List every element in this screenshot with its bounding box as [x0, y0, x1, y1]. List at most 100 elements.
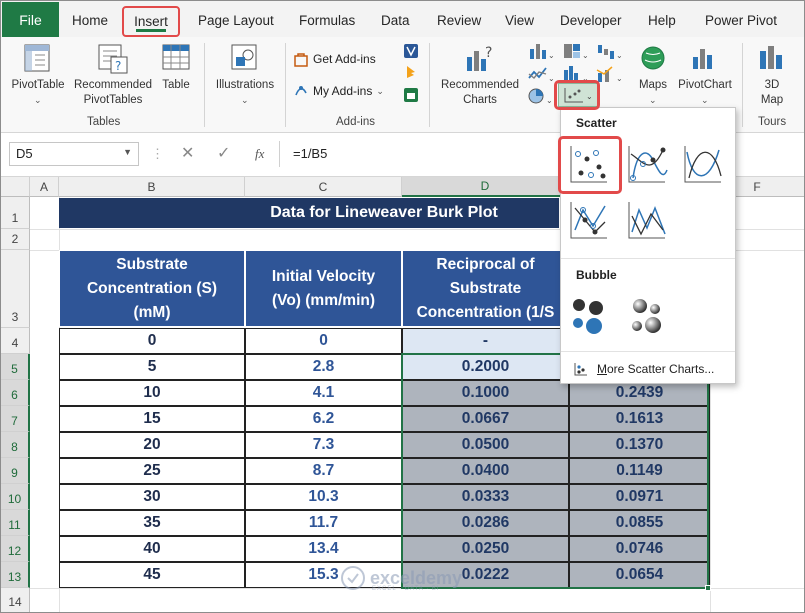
row-header-3[interactable]: 3: [1, 250, 30, 328]
pivotchart-button[interactable]: PivotChart ⌄: [675, 41, 735, 111]
tab-data[interactable]: Data: [381, 13, 410, 28]
pivottable-button[interactable]: PivotTable ⌄: [7, 41, 69, 111]
reciprocal-s-cell[interactable]: -: [402, 328, 569, 354]
row-header-7[interactable]: 7: [1, 406, 30, 432]
substrate-cell[interactable]: 35: [59, 510, 245, 536]
row-header-13[interactable]: 13: [1, 562, 30, 588]
scatter-straight-lines-markers-option[interactable]: [565, 196, 613, 244]
tab-developer[interactable]: Developer: [560, 13, 622, 28]
waterfall-chart-icon[interactable]: ⌄: [595, 41, 623, 61]
tab-home[interactable]: Home: [72, 13, 108, 28]
reciprocal-s-cell[interactable]: 0.0250: [402, 536, 569, 562]
velocity-cell[interactable]: 0: [245, 328, 402, 354]
bubble-3d-option[interactable]: [623, 292, 671, 340]
reciprocal-v-cell[interactable]: 0.0971: [569, 484, 710, 510]
reciprocal-v-cell[interactable]: 0.1370: [569, 432, 710, 458]
velocity-cell[interactable]: 11.7: [245, 510, 402, 536]
substrate-cell[interactable]: 10: [59, 380, 245, 406]
my-addins-button[interactable]: My Add-ins ⌄: [293, 81, 393, 101]
row-header-10[interactable]: 10: [1, 484, 30, 510]
substrate-cell[interactable]: 25: [59, 458, 245, 484]
tab-formulas[interactable]: Formulas: [299, 13, 355, 28]
scatter-straight-lines-option[interactable]: [623, 196, 671, 244]
velocity-cell[interactable]: 8.7: [245, 458, 402, 484]
sheet-title-cell[interactable]: Data for Lineweaver Burk Plot: [59, 198, 559, 228]
formula-input[interactable]: =1/B5: [293, 146, 327, 161]
tab-insert[interactable]: Insert: [122, 6, 180, 37]
substrate-cell[interactable]: 40: [59, 536, 245, 562]
reciprocal-s-cell[interactable]: 0.0400: [402, 458, 569, 484]
row-header-5[interactable]: 5: [1, 354, 30, 380]
reciprocal-v-cell[interactable]: 0.0746: [569, 536, 710, 562]
column-header-d[interactable]: D: [402, 177, 569, 197]
get-addins-button[interactable]: Get Add-ins: [293, 49, 393, 69]
substrate-cell[interactable]: 5: [59, 354, 245, 380]
row-header-9[interactable]: 9: [1, 458, 30, 484]
row-header-14[interactable]: 14: [1, 588, 30, 613]
people-graph-icon[interactable]: [403, 87, 419, 103]
velocity-cell[interactable]: 13.4: [245, 536, 402, 562]
tab-page-layout[interactable]: Page Layout: [198, 13, 274, 28]
reciprocal-s-cell[interactable]: 0.0500: [402, 432, 569, 458]
insert-function-icon[interactable]: fx: [255, 146, 264, 162]
hierarchy-chart-icon[interactable]: ⌄: [561, 41, 589, 61]
velocity-cell[interactable]: 10.3: [245, 484, 402, 510]
row-header-12[interactable]: 12: [1, 536, 30, 562]
select-all-corner[interactable]: [1, 177, 30, 197]
reciprocal-s-cell[interactable]: 0.1000: [402, 380, 569, 406]
column-header-c[interactable]: C: [245, 177, 402, 197]
scatter-smooth-lines-option[interactable]: [679, 140, 727, 188]
recommended-charts-button[interactable]: ? Recommended Charts: [435, 41, 525, 111]
visio-icon[interactable]: [403, 43, 419, 59]
tab-help[interactable]: Help: [648, 13, 676, 28]
scatter-smooth-lines-markers-option[interactable]: [623, 140, 671, 188]
combo-chart-icon[interactable]: ⌄: [595, 64, 623, 84]
row-header-4[interactable]: 4: [1, 328, 30, 354]
more-scatter-charts-link[interactable]: More Scatter Charts...: [573, 361, 714, 377]
velocity-cell[interactable]: 2.8: [245, 354, 402, 380]
tab-power-pivot[interactable]: Power Pivot: [705, 13, 777, 28]
reciprocal-s-cell[interactable]: 0.0667: [402, 406, 569, 432]
fill-handle[interactable]: [705, 585, 711, 591]
tab-file[interactable]: File: [2, 2, 59, 37]
substrate-cell[interactable]: 45: [59, 562, 245, 588]
name-box[interactable]: D5 ▼: [9, 142, 139, 166]
column-chart-icon[interactable]: ⌄: [527, 41, 555, 61]
header-reciprocal-substrate[interactable]: Reciprocal of Substrate Concentration (1…: [402, 250, 569, 327]
line-chart-icon[interactable]: ⌄: [527, 64, 555, 84]
row-header-2[interactable]: 2: [1, 229, 30, 250]
illustrations-button[interactable]: Illustrations ⌄: [209, 41, 281, 111]
reciprocal-s-cell[interactable]: 0.0333: [402, 484, 569, 510]
reciprocal-s-cell[interactable]: 0.2000: [402, 354, 569, 380]
column-header-b[interactable]: B: [59, 177, 245, 197]
reciprocal-v-cell[interactable]: 0.1613: [569, 406, 710, 432]
reciprocal-v-cell[interactable]: 0.0654: [569, 562, 710, 588]
maps-button[interactable]: Maps ⌄: [631, 41, 675, 111]
enter-icon[interactable]: ✓: [217, 143, 230, 163]
velocity-cell[interactable]: 4.1: [245, 380, 402, 406]
reciprocal-v-cell[interactable]: 0.1149: [569, 458, 710, 484]
substrate-cell[interactable]: 0: [59, 328, 245, 354]
pie-chart-icon[interactable]: ⌄: [527, 86, 555, 106]
row-header-11[interactable]: 11: [1, 510, 30, 536]
substrate-cell[interactable]: 30: [59, 484, 245, 510]
recommended-pivottables-button[interactable]: ? Recommended PivotTables: [69, 41, 157, 111]
3d-map-button[interactable]: 3D Map: [749, 41, 795, 111]
row-header-1[interactable]: 1: [1, 197, 30, 229]
bubble-option[interactable]: [565, 292, 613, 340]
velocity-cell[interactable]: 7.3: [245, 432, 402, 458]
cancel-icon[interactable]: ✕: [181, 143, 194, 163]
substrate-cell[interactable]: 20: [59, 432, 245, 458]
header-initial-velocity[interactable]: Initial Velocity (Vo) (mm/min): [245, 250, 402, 327]
table-button[interactable]: Table: [157, 41, 195, 111]
header-substrate-concentration[interactable]: Substrate Concentration (S) (mM): [59, 250, 245, 327]
column-header-a[interactable]: A: [30, 177, 59, 197]
reciprocal-s-cell[interactable]: 0.0286: [402, 510, 569, 536]
reciprocal-v-cell[interactable]: 0.0855: [569, 510, 710, 536]
tab-review[interactable]: Review: [437, 13, 481, 28]
row-header-6[interactable]: 6: [1, 380, 30, 406]
tab-view[interactable]: View: [505, 13, 534, 28]
velocity-cell[interactable]: 6.2: [245, 406, 402, 432]
substrate-cell[interactable]: 15: [59, 406, 245, 432]
bing-icon[interactable]: [403, 65, 419, 81]
